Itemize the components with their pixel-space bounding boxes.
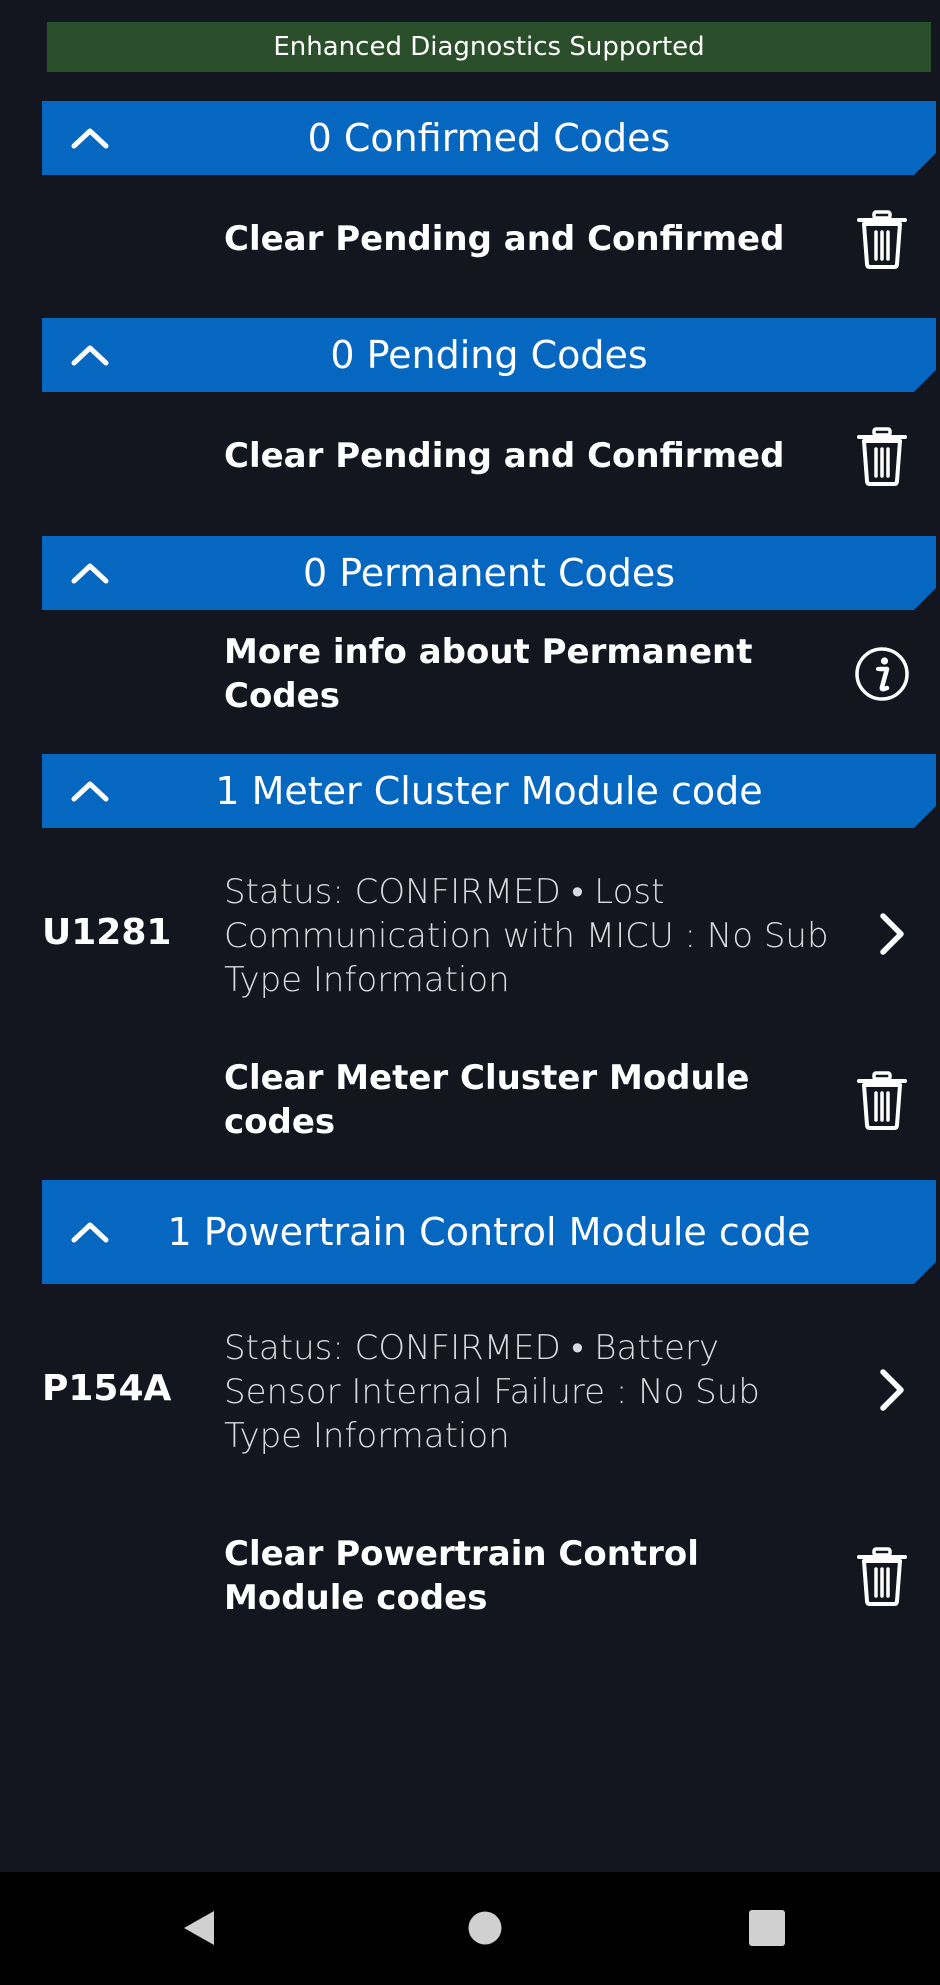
section-header-pending-codes[interactable]: 0 Pending Codes bbox=[42, 318, 936, 392]
action-label: Clear Pending and Confirmed bbox=[224, 436, 785, 476]
clear-meter-cluster-codes-button[interactable]: Clear Meter Cluster Module codes bbox=[0, 1058, 940, 1142]
section-header-permanent-codes[interactable]: 0 Permanent Codes bbox=[42, 536, 936, 610]
system-navigation-bar bbox=[0, 1872, 940, 1985]
info-icon bbox=[854, 644, 910, 704]
section-header-powertrain[interactable]: 1 Powertrain Control Module code bbox=[42, 1180, 936, 1284]
section-title: 0 Permanent Codes bbox=[302, 551, 676, 595]
section-title: 1 Powertrain Control Module code bbox=[167, 1210, 811, 1254]
dtc-code: P154A bbox=[42, 1368, 172, 1409]
clear-powertrain-codes-button[interactable]: Clear Powertrain Control Module codes bbox=[0, 1530, 940, 1622]
action-label: Clear Powertrain Control Module codes bbox=[224, 1534, 699, 1618]
trash-icon bbox=[854, 1070, 910, 1130]
section-title: 0 Confirmed Codes bbox=[307, 116, 671, 160]
chevron-up-icon bbox=[70, 1220, 110, 1244]
home-icon[interactable] bbox=[465, 1908, 505, 1948]
action-label: More info about Permanent Codes bbox=[224, 632, 753, 716]
dtc-code: U1281 bbox=[42, 912, 172, 953]
clear-pending-confirmed-button[interactable]: Clear Pending and Confirmed bbox=[0, 204, 940, 274]
trash-icon bbox=[854, 426, 910, 486]
section-header-confirmed-codes[interactable]: 0 Confirmed Codes bbox=[42, 101, 936, 175]
permanent-codes-info-button[interactable]: More info about Permanent Codes bbox=[0, 632, 940, 716]
back-icon[interactable] bbox=[180, 1908, 220, 1948]
chevron-right-icon bbox=[874, 910, 910, 958]
action-label: Clear Pending and Confirmed bbox=[224, 219, 785, 259]
trash-icon bbox=[854, 1546, 910, 1606]
clear-pending-confirmed-button[interactable]: Clear Pending and Confirmed bbox=[0, 421, 940, 491]
action-label: Clear Meter Cluster Module codes bbox=[224, 1058, 750, 1142]
dtc-description: Status: CONFIRMED • Battery Sensor Inter… bbox=[224, 1328, 760, 1456]
chevron-up-icon bbox=[70, 561, 110, 585]
recents-icon[interactable] bbox=[747, 1908, 787, 1948]
section-title: 0 Pending Codes bbox=[330, 333, 648, 377]
chevron-up-icon bbox=[70, 126, 110, 150]
section-header-meter-cluster[interactable]: 1 Meter Cluster Module code bbox=[42, 754, 936, 828]
dtc-description: Status: CONFIRMED • Lost Communication w… bbox=[224, 872, 829, 1000]
chevron-up-icon bbox=[70, 343, 110, 367]
dtc-row-u1281[interactable]: U1281 Status: CONFIRMED • Lost Communica… bbox=[0, 866, 940, 1006]
trash-icon bbox=[854, 209, 910, 269]
enhanced-diagnostics-banner: Enhanced Diagnostics Supported bbox=[47, 22, 931, 72]
dtc-row-p154a[interactable]: P154A Status: CONFIRMED • Battery Sensor… bbox=[0, 1322, 940, 1462]
section-title: 1 Meter Cluster Module code bbox=[215, 769, 763, 813]
chevron-up-icon bbox=[70, 779, 110, 803]
chevron-right-icon bbox=[874, 1366, 910, 1414]
